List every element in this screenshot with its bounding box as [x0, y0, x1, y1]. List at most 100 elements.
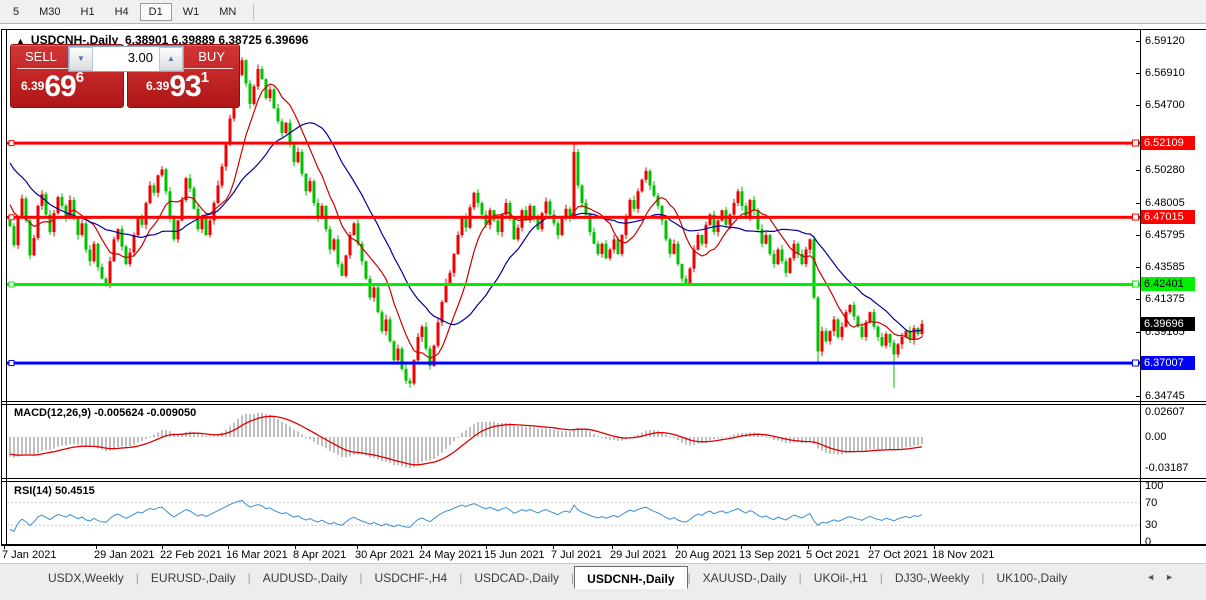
rsi-pane-chart[interactable]	[7, 482, 1140, 544]
date-axis-tick	[357, 546, 358, 549]
rsi-axis-label: 100	[1145, 480, 1164, 492]
price-axis-label: 6.41375	[1145, 293, 1185, 306]
price-axis-tick	[1136, 299, 1140, 300]
price-axis-tick	[1136, 267, 1140, 268]
price-axis-label: 6.50280	[1145, 163, 1185, 176]
date-axis-label: 8 Apr 2021	[293, 549, 347, 561]
date-axis-label: 29 Jan 2021	[94, 549, 155, 561]
buy-price-prefix: 6.39	[146, 79, 170, 93]
hline-axis-handle[interactable]	[1132, 139, 1139, 147]
volume-value[interactable]: 3.00	[93, 47, 159, 71]
tab-audusddaily[interactable]: AUDUSD-,Daily	[251, 567, 360, 589]
date-axis-label: 24 May 2021	[419, 549, 483, 561]
tab-eurusddaily[interactable]: EURUSD-,Daily	[139, 567, 248, 589]
date-axis-tick	[421, 546, 422, 549]
date-axis-tick	[553, 546, 554, 549]
date-axis-label: 15 Jun 2021	[484, 549, 545, 561]
sell-price-prefix: 6.39	[21, 79, 45, 93]
date-axis-tick	[677, 546, 678, 549]
hline-axis-handle[interactable]	[1132, 280, 1139, 288]
buy-price: 6.39931	[128, 69, 239, 107]
hline-price-badge: 6.37007	[1141, 356, 1195, 371]
rsi-separator-bottom	[1, 481, 1206, 482]
symbol-tab-bar: USDX,Weekly | EURUSD-,Daily | AUDUSD-,Daily |…	[0, 563, 1206, 600]
price-axis-label: 6.45795	[1145, 229, 1185, 242]
date-axis-label: 5 Oct 2021	[806, 549, 860, 561]
hline-axis-handle[interactable]	[1132, 213, 1139, 221]
timeframe-button-m30[interactable]: M30	[30, 3, 69, 21]
volume-decrease-button[interactable]: ▼	[69, 47, 93, 71]
hline-price-badge: 6.42401	[1141, 277, 1195, 292]
tab-scroll-right-icon[interactable]: ►	[1165, 572, 1184, 582]
tab-scroll-left-icon[interactable]: ◄	[1146, 572, 1165, 582]
tab-xauusddaily[interactable]: XAUUSD-,Daily	[691, 567, 799, 589]
date-axis-tick	[295, 546, 296, 549]
date-axis-label: 20 Aug 2021	[675, 549, 737, 561]
tab-usdchfh4[interactable]: USDCHF-,H4	[363, 567, 460, 589]
tab-dj30weekly[interactable]: DJ30-,Weekly	[883, 567, 981, 589]
buy-price-sup: 1	[200, 69, 210, 86]
date-axis-label: 30 Apr 2021	[355, 549, 415, 561]
tab-usdcnhdaily[interactable]: USDCNH-,Daily	[574, 566, 688, 589]
timeframe-button-h4[interactable]: H4	[106, 3, 138, 21]
tab-usdxweekly[interactable]: USDX,Weekly	[36, 567, 136, 589]
rsi-axis-label: 0	[1145, 536, 1152, 548]
volume-increase-button[interactable]: ▲	[159, 47, 183, 71]
chart-top-border	[1, 29, 1206, 30]
price-axis-tick	[1136, 235, 1140, 236]
tab-scroll-arrows: ◄►	[1146, 572, 1184, 582]
one-click-trade-panel: SELL 6.39696 BUY 6.39931 ▼ 3.00 ▲	[10, 44, 240, 108]
timeframe-button-d1[interactable]: D1	[139, 2, 172, 21]
price-axis-tick	[1136, 105, 1140, 106]
trading-platform-window: { "colors": { "bull": "#f00000", "bear":…	[0, 0, 1206, 600]
date-axis-tick	[162, 546, 163, 549]
timeframe-button-w1[interactable]: W1	[174, 3, 209, 21]
date-axis-tick	[486, 546, 487, 549]
price-axis-label: 6.59120	[1145, 35, 1185, 47]
timeframe-button-mn[interactable]: MN	[210, 3, 245, 21]
symbol-tabs: USDX,Weekly | EURUSD-,Daily | AUDUSD-,Daily |…	[36, 566, 1080, 589]
hline-axis-handle[interactable]	[1132, 359, 1139, 367]
macd-axis-label: 0.00	[1145, 431, 1167, 443]
price-axis-tick	[1136, 203, 1140, 204]
date-axis-label: 7 Jul 2021	[551, 549, 602, 561]
date-axis-label: 27 Oct 2021	[868, 549, 928, 561]
chart-bottom-border	[1, 544, 1206, 546]
date-axis-tick	[741, 546, 742, 549]
price-axis-tick	[1136, 73, 1140, 74]
timeframe-button-h1[interactable]: H1	[72, 3, 104, 21]
date-axis-label: 18 Nov 2021	[932, 549, 995, 561]
rsi-indicator-label: RSI(14) 50.4515	[14, 485, 95, 497]
date-axis-label: 16 Mar 2021	[226, 549, 288, 561]
macd-indicator-label: MACD(12,26,9) -0.005624 -0.009050	[14, 407, 197, 419]
price-axis-tick	[1136, 396, 1140, 397]
price-axis-tick	[1136, 41, 1140, 42]
toolbar-separator	[253, 3, 255, 20]
date-axis-tick	[612, 546, 613, 549]
tab-ukoilh1[interactable]: UKOil-,H1	[802, 567, 880, 589]
date-axis-tick	[870, 546, 871, 549]
timeframe-button-5[interactable]: 5	[4, 3, 28, 21]
tab-uk100daily[interactable]: UK100-,Daily	[985, 567, 1080, 589]
timeframe-toolbar: 5 M30 H1 H4 D1 W1 MN	[0, 0, 1206, 24]
date-axis-tick	[934, 546, 935, 549]
rsi-separator-top	[1, 478, 1206, 479]
macd-axis-label: 0.02607	[1145, 405, 1185, 418]
rsi-axis-label: 30	[1145, 519, 1158, 532]
tab-usdcaddaily[interactable]: USDCAD-,Daily	[462, 567, 571, 589]
date-axis-tick	[96, 546, 97, 549]
price-axis-label: 6.56910	[1145, 67, 1185, 80]
chart-left-border	[6, 29, 7, 546]
price-axis-tick	[1136, 170, 1140, 171]
hline-price-badge: 6.52109	[1141, 136, 1195, 151]
date-axis-label: 22 Feb 2021	[160, 549, 222, 561]
macd-separator-top	[1, 401, 1206, 402]
buy-price-big: 93	[169, 70, 201, 103]
date-axis-tick	[228, 546, 229, 549]
sell-price: 6.39696	[11, 69, 123, 107]
macd-axis-label: -0.03187	[1145, 461, 1189, 474]
price-axis-label: 6.48005	[1145, 196, 1185, 209]
volume-stepper: ▼ 3.00 ▲	[68, 46, 184, 72]
hline-price-badge: 6.47015	[1141, 210, 1195, 225]
sell-price-big: 69	[44, 70, 76, 103]
